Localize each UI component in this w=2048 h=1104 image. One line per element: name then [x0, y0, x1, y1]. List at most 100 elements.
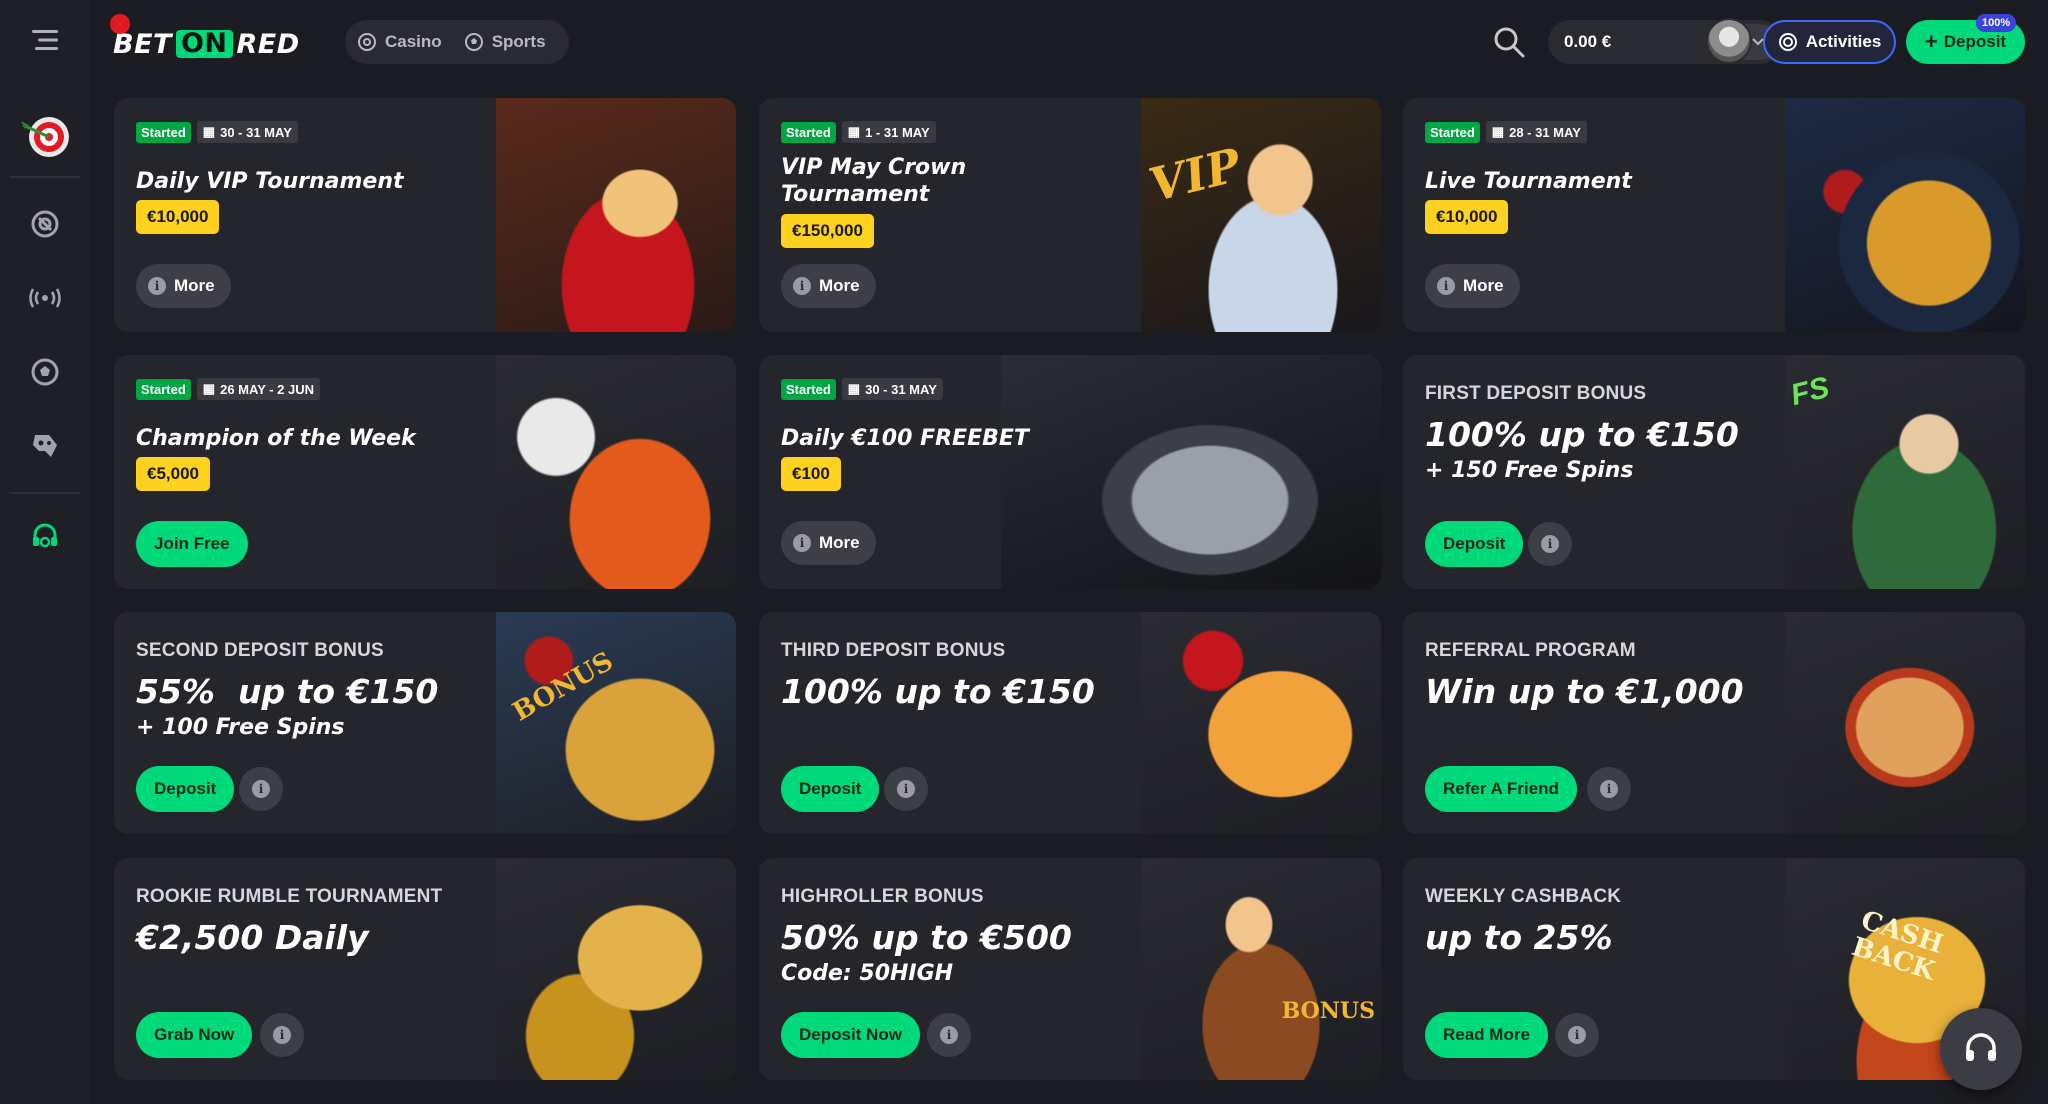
bonus-kicker: FIRST DEPOSIT BONUS: [1425, 383, 1647, 404]
gamepad-icon[interactable]: [23, 424, 67, 468]
status-badge: Started: [136, 378, 191, 400]
promo-card[interactable]: Started ▦ 30 - 31 MAY Daily €100 FREEBET …: [759, 355, 1381, 589]
status-row: Started ▦ 30 - 31 MAY: [136, 121, 298, 143]
prize-badge: €10,000: [1425, 200, 1509, 234]
bonus-card[interactable]: REFERRAL PROGRAM Win up to €1,000 Refer …: [1403, 612, 2025, 834]
plus-icon: +: [1924, 29, 1938, 54]
sidebar-divider: [10, 176, 80, 178]
read-more-button[interactable]: Read More: [1425, 1012, 1548, 1058]
more-button[interactable]: i More: [1425, 264, 1520, 308]
deposit-button[interactable]: Deposit: [136, 766, 235, 812]
card-title-line1: VIP May Crown: [781, 155, 967, 180]
date-badge: ▦ 1 - 31 MAY: [841, 121, 936, 143]
date-badge: ▦ 26 MAY - 2 JUN: [196, 378, 321, 400]
calendar-icon: ▦: [847, 124, 861, 139]
cashback-word-art: CASH BACK: [1848, 905, 1947, 986]
info-button[interactable]: i: [260, 1013, 304, 1057]
bonus-card[interactable]: CASH BACK WEEKLY CASHBACK up to 25% Read …: [1403, 858, 2025, 1080]
live-broadcast-icon[interactable]: [23, 276, 67, 320]
promo-card[interactable]: Started ▦ 30 - 31 MAY Daily VIP Tournamen…: [114, 98, 736, 332]
more-button[interactable]: i More: [136, 264, 231, 308]
more-label: More: [819, 533, 860, 552]
more-button[interactable]: i More: [781, 264, 876, 308]
target-icon: [1778, 33, 1797, 51]
dart-target-icon[interactable]: [18, 110, 72, 164]
prize-badge: €150,000: [781, 214, 874, 248]
support-headset-icon[interactable]: [23, 514, 67, 558]
info-icon: i: [1437, 277, 1455, 295]
promo-card[interactable]: Started ▦ 26 MAY - 2 JUN Champion of the …: [114, 355, 736, 589]
info-icon: i: [1600, 780, 1618, 798]
promo-card[interactable]: VIP Started ▦ 1 - 31 MAY VIP May Crown Tou…: [759, 98, 1381, 332]
treasure-warrior-illustration: BONUS: [981, 858, 1381, 1080]
support-chat-button[interactable]: [1940, 1008, 2022, 1090]
refer-friend-button[interactable]: Refer A Friend: [1425, 766, 1577, 812]
bonus-headline: 100% up to €150: [1425, 415, 1739, 454]
date-badge: ▦ 30 - 31 MAY: [841, 378, 943, 400]
info-button[interactable]: i: [884, 767, 928, 811]
status-badge: Started: [781, 378, 836, 400]
site-logo[interactable]: BET ON RED: [110, 14, 300, 64]
more-button[interactable]: i More: [781, 521, 876, 565]
date-text: 30 - 31 MAY: [865, 381, 937, 397]
nav-casino[interactable]: Casino: [357, 32, 442, 52]
calendar-icon: ▦: [847, 381, 861, 396]
bonus-word-art: BONUS: [507, 646, 619, 728]
headset-icon: [1966, 1033, 1996, 1061]
menu-icon[interactable]: [23, 18, 67, 62]
date-badge: ▦ 30 - 31 MAY: [196, 121, 298, 143]
search-icon[interactable]: [1491, 24, 1527, 60]
info-icon: i: [273, 1026, 291, 1044]
bonus-kicker: SECOND DEPOSIT BONUS: [136, 640, 384, 661]
logo-on: ON: [175, 30, 233, 58]
sidebar: [0, 0, 91, 1104]
info-button[interactable]: i: [1555, 1013, 1599, 1057]
date-text: 28 - 31 MAY: [1509, 124, 1581, 140]
more-label: More: [1463, 276, 1504, 295]
status-row: Started ▦ 30 - 31 MAY: [781, 378, 943, 400]
activities-label: Activities: [1805, 32, 1882, 51]
card-title: Champion of the Week: [136, 426, 416, 451]
bonus-kicker: THIRD DEPOSIT BONUS: [781, 640, 1006, 661]
info-button[interactable]: i: [927, 1013, 971, 1057]
bonus-card[interactable]: ROOKIE RUMBLE TOURNAMENT €2,500 Daily Gr…: [114, 858, 736, 1080]
info-icon: i: [252, 780, 270, 798]
bonus-card[interactable]: BONUS SECOND DEPOSIT BONUS 55% up to €15…: [114, 612, 736, 834]
prize-badge: €10,000: [136, 200, 220, 234]
deposit-button[interactable]: Deposit: [1425, 521, 1524, 567]
sidebar-divider: [10, 492, 80, 494]
deposit-button[interactable]: Deposit: [781, 766, 880, 812]
bonus-headline: 100% up to €150: [781, 672, 1095, 711]
info-button[interactable]: i: [1587, 767, 1631, 811]
status-badge: Started: [781, 121, 836, 143]
queen-illustration: [336, 98, 736, 332]
info-button[interactable]: i: [239, 767, 283, 811]
activities-button[interactable]: Activities: [1763, 20, 1896, 64]
bonus-word-art: BONUS: [1281, 998, 1375, 1024]
bonus-subline: + 100 Free Spins: [136, 715, 345, 740]
casino-chip-icon[interactable]: [23, 202, 67, 246]
calendar-icon: ▦: [202, 381, 216, 396]
bonus-kicker: WEEKLY CASHBACK: [1425, 886, 1622, 907]
nav-sports[interactable]: Sports: [464, 32, 546, 52]
avatar[interactable]: [1706, 18, 1752, 64]
roulette-illustration: [1625, 98, 2025, 332]
bonus-card[interactable]: THIRD DEPOSIT BONUS 100% up to €150 Depo…: [759, 612, 1381, 834]
casino-chip-icon: [358, 33, 376, 51]
grab-now-button[interactable]: Grab Now: [136, 1012, 253, 1058]
deposit-now-button[interactable]: Deposit Now: [781, 1012, 920, 1058]
soccer-ball-icon[interactable]: [23, 350, 67, 394]
nav-sports-label: Sports: [491, 32, 546, 51]
fs-word-art: FS: [1787, 370, 1833, 413]
logo-red: RED: [236, 28, 300, 60]
card-title: Live Tournament: [1425, 169, 1632, 194]
date-badge: ▦ 28 - 31 MAY: [1485, 121, 1587, 143]
promo-card[interactable]: Started ▦ 28 - 31 MAY Live Tournament €10…: [1403, 98, 2025, 332]
calendar-icon: ▦: [202, 124, 216, 139]
bonus-headline: 55% up to €150: [136, 672, 439, 711]
info-button[interactable]: i: [1528, 522, 1572, 566]
bonus-card[interactable]: FS FIRST DEPOSIT BONUS 100% up to €150 +…: [1403, 355, 2025, 589]
calendar-icon: ▦: [1491, 124, 1505, 139]
join-free-button[interactable]: Join Free: [136, 521, 248, 567]
bonus-card[interactable]: BONUS HIGHROLLER BONUS 50% up to €500 Co…: [759, 858, 1381, 1080]
